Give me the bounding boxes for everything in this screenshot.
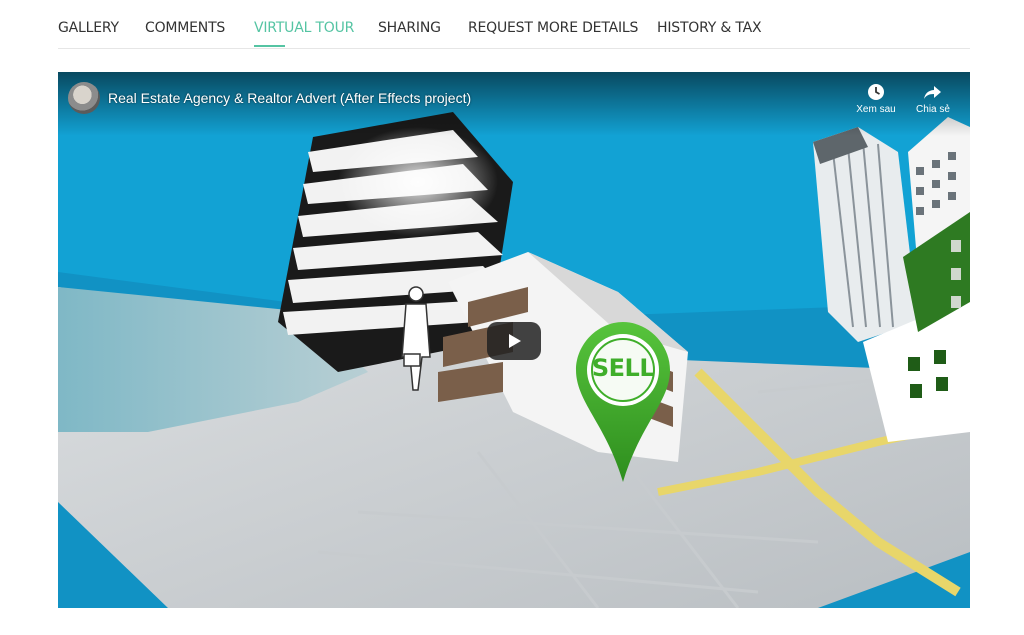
channel-avatar[interactable]: [68, 82, 100, 114]
share-label: Chia sẻ: [916, 104, 950, 115]
tab-request-more-details[interactable]: REQUEST MORE DETAILS: [468, 20, 638, 36]
watch-later-button[interactable]: Xem sau: [846, 82, 906, 115]
tab-gallery[interactable]: GALLERY: [58, 20, 119, 36]
video-title[interactable]: Real Estate Agency & Realtor Advert (Aft…: [108, 90, 471, 106]
tab-sharing[interactable]: SHARING: [378, 20, 441, 36]
clock-icon: [868, 84, 884, 100]
video-player[interactable]: SELL Real Estate Agency & Realtor Advert…: [58, 72, 970, 608]
tab-history-tax[interactable]: HISTORY & TAX: [657, 20, 762, 36]
share-arrow-icon: [924, 86, 941, 99]
sell-sign-text: SELL: [591, 354, 655, 382]
share-button[interactable]: Chia sẻ: [903, 82, 963, 115]
play-button[interactable]: [487, 322, 541, 360]
tab-virtual-tour[interactable]: VIRTUAL TOUR: [254, 20, 354, 36]
play-icon: [509, 334, 521, 348]
watch-later-label: Xem sau: [856, 104, 896, 115]
tab-bar: GALLERY COMMENTS VIRTUAL TOUR SHARING RE…: [58, 0, 970, 49]
tab-comments[interactable]: COMMENTS: [145, 20, 225, 36]
active-tab-indicator: [254, 45, 285, 47]
